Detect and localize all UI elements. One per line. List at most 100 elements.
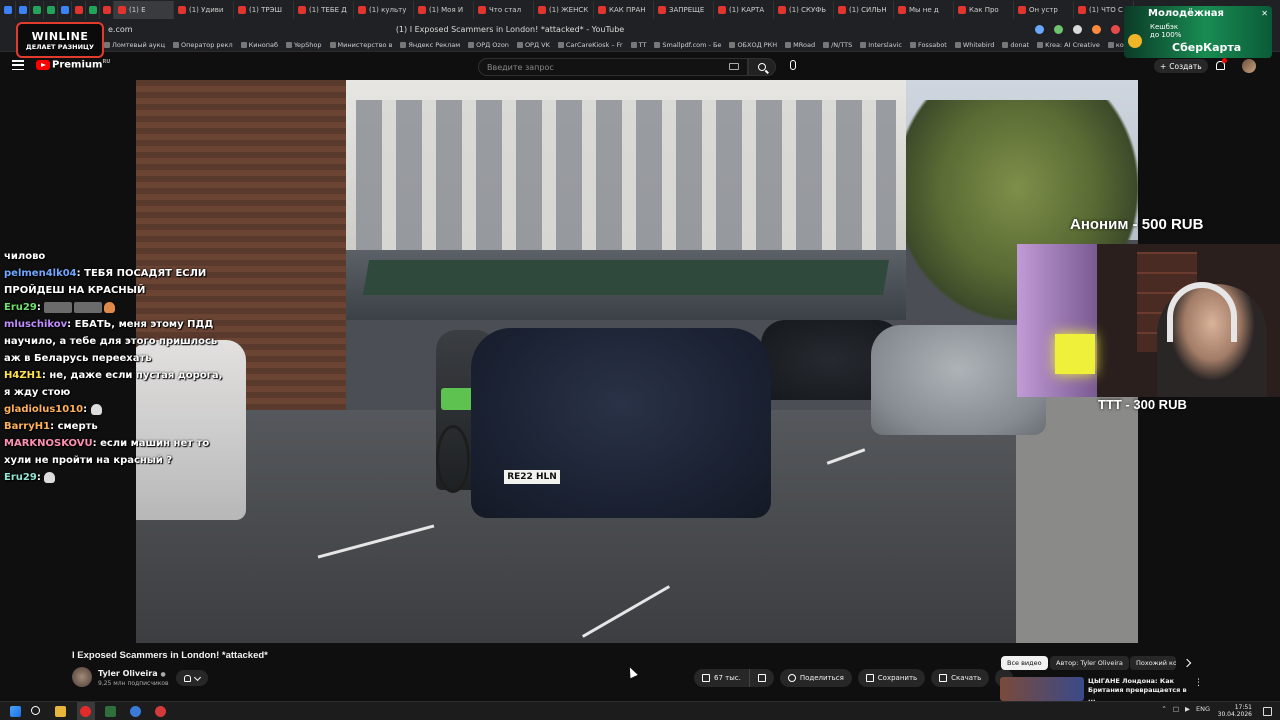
extension-icon[interactable] [1073,24,1082,34]
bookmark-item[interactable]: donat [1002,41,1029,49]
windows-start-icon[interactable] [10,706,21,717]
bookmark-item[interactable]: Яндекс Реклам [400,41,460,49]
browser-tab-active[interactable]: (1) Е [114,1,174,19]
browser-tab[interactable]: Что стал [474,1,534,19]
extension-icon[interactable] [1092,24,1101,34]
bookmark-item[interactable]: MRoad [785,41,815,49]
browser-tab[interactable]: Как Про [954,1,1014,19]
volume-icon[interactable]: ▶ [1185,705,1190,713]
pinned-tab[interactable] [72,1,86,19]
bookmark-item[interactable]: YepShop [285,41,322,49]
chip-similar[interactable]: Похожий ко [1130,656,1176,670]
chat-username: Eru29 [4,472,37,483]
browser-tab[interactable]: (1) Удиви [174,1,234,19]
browser-tab[interactable]: (1) культу [354,1,414,19]
video-player[interactable]: RE22 HLN [136,80,1138,643]
bookmark-item[interactable]: ОРД Ozon [468,41,509,49]
browser-tab[interactable]: ЗАПРЕЩЕ [654,1,714,19]
winline-slogan: ДЕЛАЕТ РАЗНИЦУ [25,42,95,51]
pinned-tab[interactable] [16,1,30,19]
chip-all-videos[interactable]: Все видео [1001,656,1048,670]
ad-brand: СберКарта [1172,41,1242,54]
file-explorer-icon[interactable] [55,706,66,717]
pinned-tab[interactable] [44,1,58,19]
channel-name[interactable]: Tyler Oliveira ● [98,669,166,678]
video-main-car [471,328,771,518]
bookmark-item[interactable]: Smallpdf.com - Бе [654,41,721,49]
search-input[interactable]: Введите запрос [478,58,748,76]
bookmark-item[interactable]: TT [630,41,646,49]
bookmark-item[interactable]: Кинопаб [240,41,278,49]
recommended-title[interactable]: ЦЫГАНЕ Лондона: Как Британия превращаетс… [1088,677,1188,704]
browser-tab[interactable]: (1) СКУФЬ [774,1,834,19]
browser-menu-icon[interactable] [4,1,16,19]
ad-close-icon[interactable]: ✕ [1261,9,1268,18]
more-vertical-icon[interactable]: ⋮ [1194,678,1203,688]
extension-icon[interactable] [1111,24,1120,34]
browser-tab[interactable]: (1) ТЕБЕ Д [294,1,354,19]
bookmark-item[interactable]: CarCareKiosk – Fr [557,41,623,49]
bookmark-item[interactable]: /N/TTS [823,41,852,49]
obs-icon[interactable] [155,706,166,717]
language-indicator[interactable]: ENG [1196,705,1210,713]
create-button[interactable]: + Создать [1154,59,1208,73]
browser-tab[interactable]: (1) СИЛЬН [834,1,894,19]
bookmark-item[interactable]: ОРД VK [516,41,550,49]
dislike-button[interactable] [749,669,774,687]
extension-icon[interactable] [1035,24,1044,34]
bookmark-item[interactable]: Krea: AI Creative [1037,41,1100,49]
notification-center-icon[interactable] [1263,707,1272,716]
search-button[interactable] [748,58,776,76]
chevron-right-icon[interactable] [1182,658,1192,668]
chip-author[interactable]: Автор: Tyler Oliveira [1050,656,1129,670]
browser-tab[interactable]: (1) ЖЕНСК [534,1,594,19]
keyboard-icon[interactable] [729,63,739,70]
bookmark-item[interactable]: ОБХОД РКН [729,41,777,49]
share-button[interactable]: Поделиться [779,669,852,687]
bookmark-item[interactable]: Fossabot [909,41,947,49]
taskbar-app-icon[interactable] [105,706,116,717]
subscription-bell-button[interactable] [176,670,208,686]
address-bar[interactable]: e.com (1) I Exposed Scammers in London! … [0,20,1280,38]
download-icon [939,674,948,682]
download-button[interactable]: Скачать [931,669,990,687]
bookmark-item[interactable]: Ломтевый аукц [104,41,165,49]
hamburger-menu-icon[interactable] [12,60,24,70]
yandex-browser-icon[interactable] [80,706,91,717]
network-icon[interactable]: □ [1173,705,1179,713]
chevron-up-icon[interactable]: ⌃ [1161,705,1166,713]
account-avatar[interactable] [1242,59,1256,73]
sber-ad-overlay[interactable]: Молодёжная Кешбэк до 100% СберКарта ✕ [1124,6,1272,58]
search-icon[interactable] [31,706,40,715]
youtube-logo-icon[interactable] [36,60,50,70]
youtube-favicon-icon [118,6,126,14]
extension-icon[interactable] [1054,24,1063,34]
browser-tab[interactable]: Мы не д [894,1,954,19]
pinned-tab[interactable] [30,1,44,19]
youtube-premium-logo[interactable]: PremiumRU [52,59,110,70]
like-button[interactable]: 67 тыс. [694,669,750,687]
share-icon [787,674,796,682]
recommended-thumbnail[interactable] [1000,677,1084,701]
telegram-icon[interactable] [130,706,141,717]
microphone-icon[interactable] [790,60,796,70]
pinned-tab[interactable] [100,1,114,19]
browser-tab[interactable]: (1) ТРЭШ [234,1,294,19]
video-building-windows [356,100,896,260]
pinned-tab[interactable] [58,1,72,19]
browser-tab[interactable]: КАК ПРАН [594,1,654,19]
winline-ad-overlay: WINLINE ДЕЛАЕТ РАЗНИЦУ [16,22,104,58]
bookmark-item[interactable]: Interslavic [860,41,902,49]
chat-username: BarryH1 [4,421,51,432]
taskbar-clock[interactable]: 17:51 30.04.2026 [1218,704,1252,718]
bookmark-item[interactable]: Оператор рекл [173,41,233,49]
save-button[interactable]: Сохранить [857,669,926,687]
browser-tab[interactable]: (1) Моя И [414,1,474,19]
bookmark-item[interactable]: Министерство в [329,41,392,49]
browser-tab[interactable]: Он устр [1014,1,1074,19]
pinned-tab[interactable] [86,1,100,19]
browser-tab[interactable]: (1) КАРТА [714,1,774,19]
ghost-emote-icon [90,403,102,415]
channel-avatar[interactable] [72,667,92,687]
bookmark-item[interactable]: Whitebird [954,41,994,49]
